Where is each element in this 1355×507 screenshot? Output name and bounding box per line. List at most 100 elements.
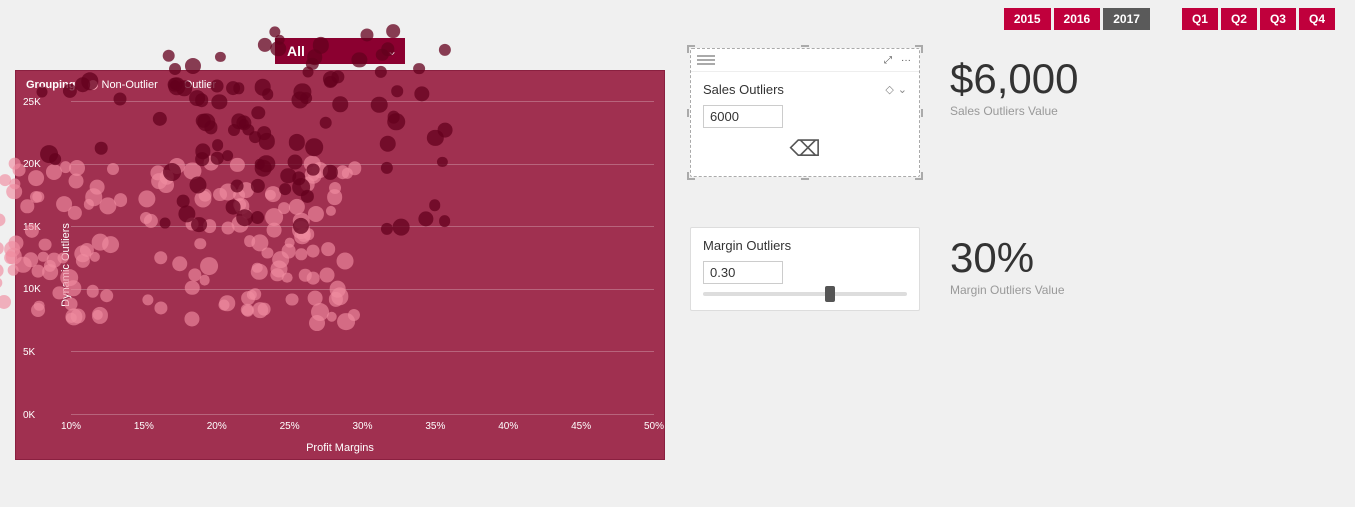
- resize-handle-bl: [687, 172, 695, 180]
- outlier-dot-point: [419, 212, 434, 227]
- non-outlier-dot-point: [8, 265, 19, 276]
- sales-card-title-text: Sales Outliers: [703, 82, 784, 97]
- non-outlier-dot-point: [296, 248, 307, 259]
- non-outlier-dot-point: [307, 245, 320, 258]
- diamond-icon[interactable]: ◇: [885, 83, 893, 96]
- outlier-dot-point: [437, 157, 447, 167]
- non-outlier-dot-point: [230, 158, 244, 172]
- outlier-dot-point: [251, 179, 265, 193]
- sales-row: ⤢ ··· Sales Outliers ◇ ⌄: [690, 48, 1345, 197]
- card-line-1: [697, 55, 715, 57]
- outlier-dot-point: [63, 84, 77, 98]
- x-tick-label: 50%: [644, 421, 664, 432]
- non-outlier-dot-point: [252, 302, 268, 318]
- chart-inner: 25K20K15K10K5K0K10%15%20%25%30%35%40%45%…: [71, 101, 654, 414]
- outlier-dot-point: [429, 200, 441, 212]
- outlier-dot-point: [195, 94, 209, 108]
- outlier-dot-point: [414, 86, 429, 101]
- non-outlier-dot-point: [271, 261, 288, 278]
- outlier-dot-point: [414, 63, 426, 75]
- margin-input[interactable]: [703, 261, 783, 284]
- quarter-filter-group: Q1 Q2 Q3 Q4: [1182, 8, 1335, 30]
- quarter-q2-button[interactable]: Q2: [1221, 8, 1257, 30]
- non-outlier-dot-point: [68, 206, 82, 220]
- outlier-dot-point: [222, 150, 234, 162]
- outlier-dot-point: [439, 215, 451, 227]
- sales-card-title: Sales Outliers ◇ ⌄: [703, 82, 907, 97]
- chevron-down-icon[interactable]: ⌄: [898, 83, 907, 96]
- top-bar: 2015 2016 2017 Q1 Q2 Q3 Q4: [0, 0, 1355, 38]
- card-line-2: [697, 59, 715, 61]
- y-tick-label: 25K: [23, 97, 41, 108]
- non-outlier-dot-point: [0, 263, 3, 278]
- year-2016-button[interactable]: 2016: [1054, 8, 1101, 30]
- outlier-dot-point: [307, 163, 320, 176]
- margin-slider-track[interactable]: [703, 292, 907, 296]
- outlier-dot-point: [153, 111, 167, 125]
- non-outlier-dot-point: [0, 213, 5, 226]
- more-icon[interactable]: ···: [899, 53, 913, 67]
- card-header-icons: ⤢ ···: [881, 53, 913, 67]
- x-tick-label: 20%: [207, 421, 227, 432]
- non-outlier-dot-point: [107, 163, 119, 175]
- outlier-dot-point: [332, 96, 348, 112]
- non-outlier-dot-point: [85, 188, 103, 206]
- non-outlier-dot-point: [308, 206, 324, 222]
- sales-card-title-icons: ◇ ⌄: [885, 83, 907, 96]
- quarter-q3-button[interactable]: Q3: [1260, 8, 1296, 30]
- outlier-dot-point: [438, 122, 453, 137]
- outlier-dot-point: [211, 79, 224, 92]
- non-outlier-dot-point: [154, 251, 168, 265]
- outlier-dot-point: [36, 86, 47, 97]
- outlier-dot-point: [190, 177, 207, 194]
- outlier-dot-point: [162, 49, 175, 62]
- sales-input-row: [703, 105, 907, 128]
- sales-input[interactable]: [703, 105, 783, 128]
- outlier-dot-point: [323, 71, 339, 87]
- year-2017-button[interactable]: 2017: [1103, 8, 1150, 30]
- non-outlier-dot-point: [0, 295, 11, 309]
- non-outlier-dot-point: [185, 281, 199, 295]
- margin-slider-thumb[interactable]: [825, 286, 835, 302]
- quarter-q1-button[interactable]: Q1: [1182, 8, 1218, 30]
- outlier-dot-point: [352, 52, 367, 67]
- non-outlier-dot-point: [155, 301, 168, 314]
- non-outlier-dot-point: [172, 256, 188, 272]
- margin-stat-display: 30% Margin Outliers Value: [950, 237, 1065, 297]
- non-outlier-dot-point: [46, 164, 62, 180]
- x-tick-label: 35%: [425, 421, 445, 432]
- outlier-dot-point: [40, 145, 58, 163]
- outlier-dot-point: [279, 183, 291, 195]
- non-outlier-dot-point: [21, 200, 34, 213]
- outlier-dot-point: [114, 93, 127, 106]
- non-outlier-dot-point: [0, 277, 2, 288]
- non-outlier-dot-point: [4, 241, 20, 257]
- outlier-dot-point: [274, 34, 285, 45]
- year-2015-button[interactable]: 2015: [1004, 8, 1051, 30]
- quarter-q4-button[interactable]: Q4: [1299, 8, 1335, 30]
- non-outlier-dot-point: [61, 269, 79, 287]
- year-filter-group: 2015 2016 2017: [1004, 8, 1150, 30]
- non-outlier-dot-point: [184, 311, 199, 326]
- y-grid-line: 20K: [71, 164, 654, 165]
- margin-stat-value: 30%: [950, 237, 1065, 279]
- non-outlier-label: Non-Outlier: [102, 79, 158, 91]
- resize-handle-tr: [915, 45, 923, 53]
- non-outlier-dot-point: [342, 168, 352, 178]
- non-outlier-dot-point: [194, 238, 205, 249]
- outlier-dot-point: [306, 139, 324, 157]
- y-grid-line: 5K: [71, 351, 654, 352]
- x-tick-label: 15%: [134, 421, 154, 432]
- expand-icon[interactable]: ⤢: [881, 53, 895, 67]
- x-tick-label: 30%: [352, 421, 372, 432]
- non-outlier-dot-point: [31, 303, 45, 317]
- outlier-dot-point: [159, 217, 170, 228]
- scatter-chart: Grouping Non-Outlier Outlier Dynamic Out…: [15, 70, 665, 460]
- non-outlier-dot-point: [33, 191, 44, 202]
- non-outlier-dot-point: [100, 289, 114, 303]
- non-outlier-dot-point: [312, 303, 330, 321]
- margin-card: Margin Outliers: [690, 227, 920, 311]
- non-outlier-dot-point: [58, 253, 69, 264]
- margin-input-row: [703, 261, 907, 284]
- non-outlier-dot-point: [219, 296, 235, 312]
